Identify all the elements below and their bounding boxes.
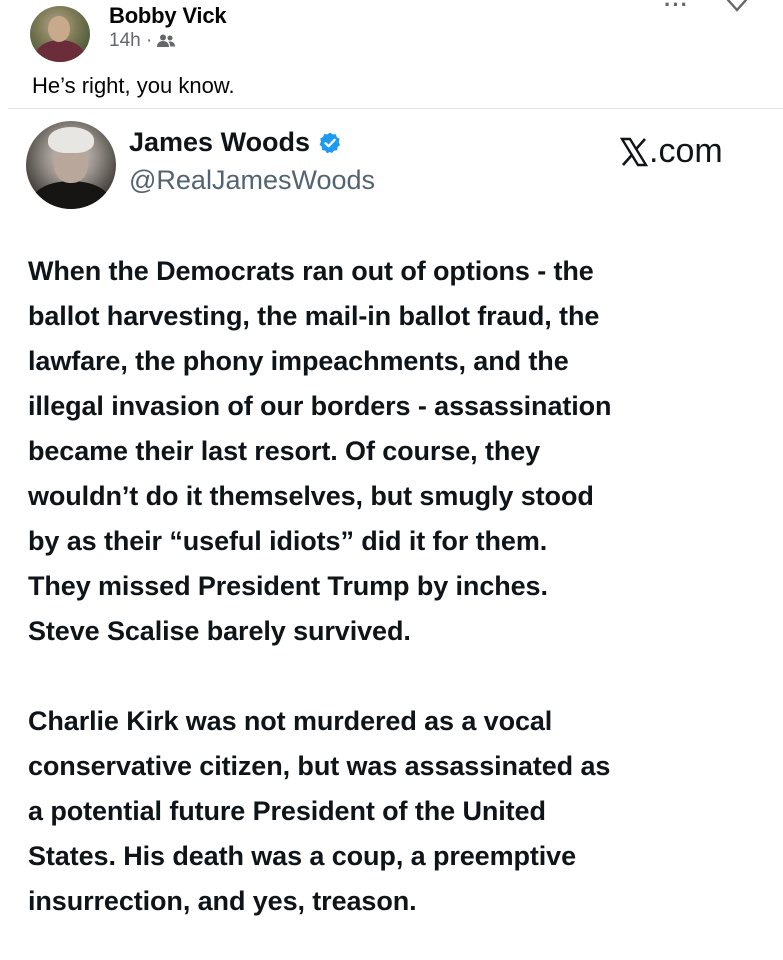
tweet-body: When the Democrats ran out of options - … <box>28 249 768 924</box>
more-options-icon[interactable]: ··· <box>664 0 694 16</box>
author-name[interactable]: Bobby Vick <box>109 3 227 29</box>
tweet-author-handle: @RealJamesWoods <box>129 165 376 195</box>
tweet-line: Steve Scalise barely survived. <box>28 616 411 646</box>
tweet-paragraph-2: Charlie Kirk was not murdered as a vocal… <box>28 699 768 924</box>
tweet-line: States. His death was a coup, a preempti… <box>28 841 576 871</box>
tweet-line: illegal invasion of our borders - assass… <box>28 391 612 421</box>
tweet-line: wouldn’t do it themselves, but smugly st… <box>28 481 594 511</box>
tweet-line: a potential future President of the Unit… <box>28 796 546 826</box>
tweet-author-avatar <box>26 121 116 209</box>
tweet-line: lawfare, the phony impeachments, and the <box>28 346 569 376</box>
friends-icon[interactable] <box>156 33 176 49</box>
tweet-line: When the Democrats ran out of options - … <box>28 256 594 286</box>
verified-badge-icon <box>318 131 342 155</box>
tweet-line: Charlie Kirk was not murdered as a vocal <box>28 706 553 736</box>
x-brand-text: .com <box>649 132 723 170</box>
tweet-author-name: James Woods <box>129 127 311 157</box>
author-avatar[interactable] <box>30 6 90 62</box>
post-timestamp[interactable]: 14h · <box>109 30 152 52</box>
tweet-paragraph-1: When the Democrats ran out of options - … <box>28 249 768 654</box>
tweet-line: by as their “useful idiots” did it for t… <box>28 526 548 556</box>
tweet-line: ballot harvesting, the mail-in ballot fr… <box>28 301 600 331</box>
tweet-line: became their last resort. Of course, the… <box>28 436 541 466</box>
facebook-post-header: Bobby Vick 14h · ··· <box>0 0 783 66</box>
embedded-tweet-screenshot[interactable]: James Woods @RealJamesWoods .com When th… <box>8 108 783 960</box>
x-logo-icon <box>619 137 649 167</box>
tweet-author-name-row: James Woods <box>129 127 342 158</box>
post-caption: He’s right, you know. <box>32 73 235 98</box>
close-icon[interactable] <box>725 0 749 18</box>
x-brand-label: .com <box>619 132 723 171</box>
tweet-line: insurrection, and yes, treason. <box>28 886 417 916</box>
tweet-line: conservative citizen, but was assassinat… <box>28 751 611 781</box>
post-meta: 14h · <box>109 30 176 52</box>
tweet-line: They missed President Trump by inches. <box>28 571 548 601</box>
